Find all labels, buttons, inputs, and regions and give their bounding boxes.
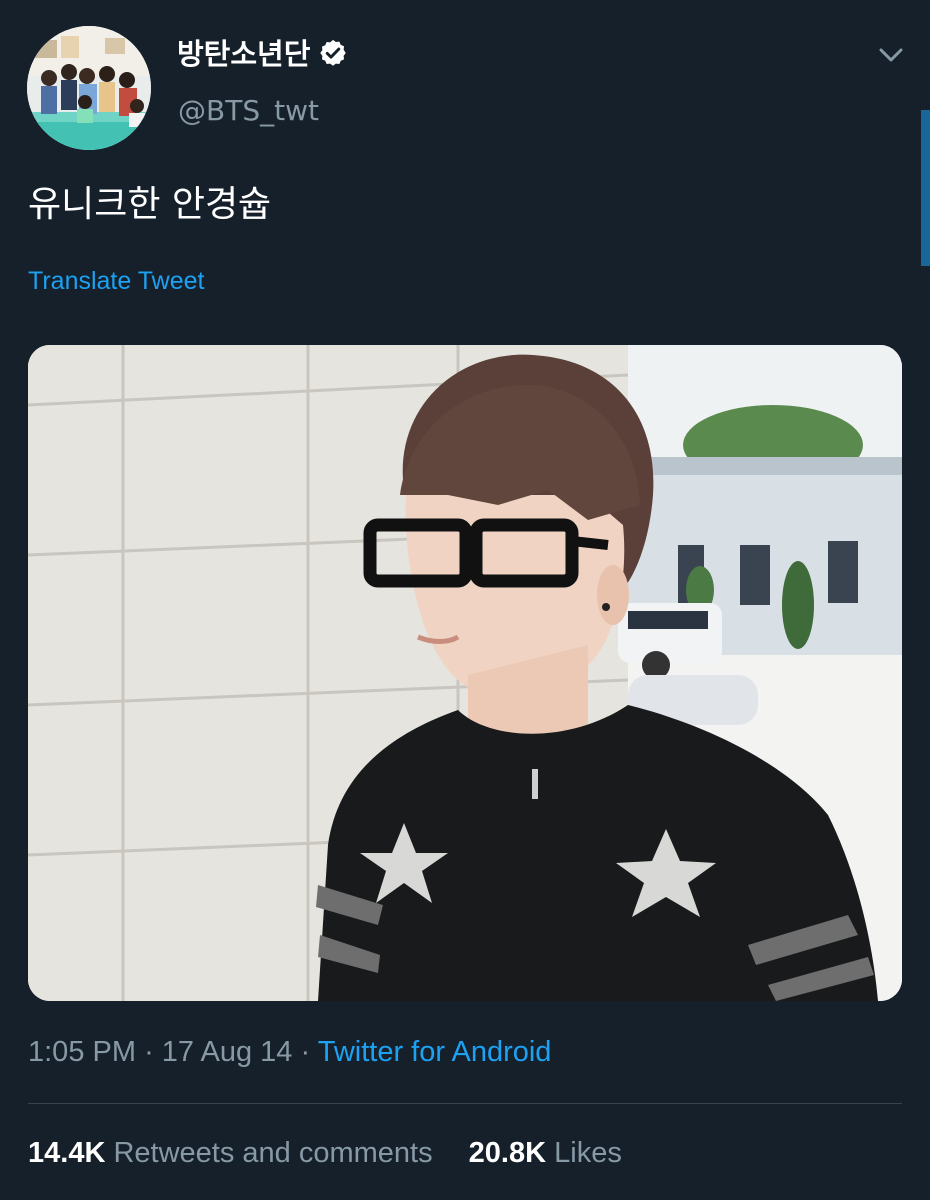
author-display-name[interactable]: 방탄소년단 [177, 37, 310, 71]
tweet-media-photo[interactable] [28, 345, 902, 1001]
chevron-down-icon[interactable] [876, 40, 906, 70]
likes-label: Likes [554, 1137, 622, 1169]
author-handle[interactable]: @BTS_twt [178, 93, 319, 129]
likes-stat[interactable]: 20.8K Likes [469, 1132, 622, 1174]
tweet-meta: 1:05 PM · 17 Aug 14 · Twitter for Androi… [28, 1032, 551, 1072]
meta-separator: · [144, 1036, 154, 1068]
author-name-row[interactable]: 방탄소년단 [177, 34, 348, 74]
retweets-count: 14.4K [28, 1137, 106, 1169]
tweet-date: 17 Aug 14 [161, 1036, 293, 1068]
tweet-text: 유니크한 안경슙 [28, 184, 272, 225]
divider [28, 1103, 902, 1104]
tweet-stats: 14.4K Retweets and comments 20.8K Likes [28, 1132, 622, 1174]
tweet-detail-view: 방탄소년단 @BTS_twt 유니크한 안경슙 Translate Tweet [0, 0, 930, 1200]
photo-person-glasses [28, 345, 902, 1001]
tweet-source-link[interactable]: Twitter for Android [318, 1036, 552, 1068]
tweet-time: 1:05 PM [28, 1036, 136, 1068]
scrollbar-thumb[interactable] [921, 110, 930, 266]
verified-badge-icon [320, 39, 347, 66]
meta-separator: · [300, 1036, 311, 1068]
group-photo-avatar-image [27, 26, 151, 150]
retweets-stat[interactable]: 14.4K Retweets and comments [28, 1132, 433, 1174]
author-avatar[interactable] [27, 26, 151, 150]
translate-tweet-link[interactable]: Translate Tweet [28, 264, 204, 298]
retweets-label: Retweets and comments [113, 1137, 433, 1169]
likes-count: 20.8K [468, 1137, 547, 1169]
